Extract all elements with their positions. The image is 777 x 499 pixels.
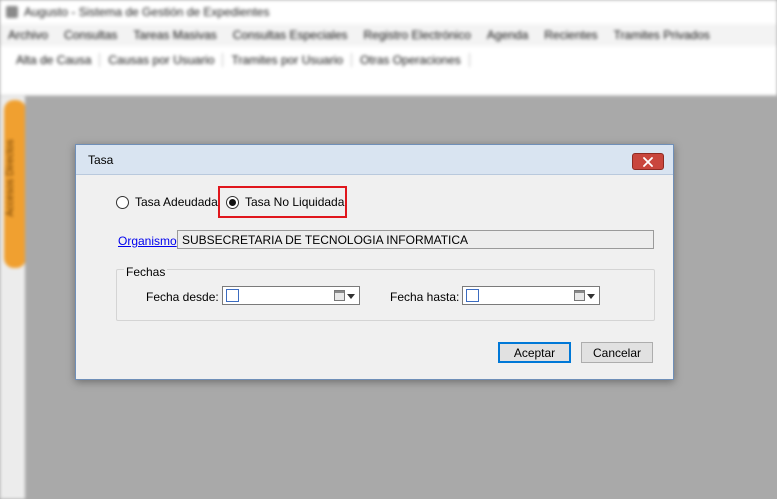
menu-bar: Archivo Consultas Tareas Masivas Consult…: [0, 24, 777, 46]
toolbar: Alta de Causa Causas por Usuario Tramite…: [0, 46, 777, 96]
fecha-desde-label: Fecha desde:: [146, 290, 219, 304]
aceptar-button[interactable]: Aceptar: [498, 342, 571, 363]
fecha-desde-checkbox[interactable]: [226, 289, 239, 302]
calendar-icon: [334, 290, 345, 301]
side-tab-label: Accesos Directos: [5, 139, 16, 217]
close-x-icon: [643, 156, 653, 167]
radio-tasa-no-liquidada-label[interactable]: Tasa No Liquidada: [245, 195, 344, 209]
side-tab-accesos[interactable]: Accesos Directos: [4, 100, 26, 268]
organismo-link[interactable]: Organismo: [118, 234, 177, 248]
menu-archivo[interactable]: Archivo: [8, 28, 48, 42]
radio-tasa-adeudada[interactable]: Tasa Adeudada: [116, 195, 218, 209]
menu-consultas-especiales[interactable]: Consultas Especiales: [233, 28, 348, 42]
toolbar-otras-operaciones[interactable]: Otras Operaciones: [352, 53, 470, 67]
app-logo-icon: [6, 6, 18, 18]
app-titlebar: Augusto - Sistema de Gestión de Expedien…: [0, 0, 777, 24]
tasa-dialog: Tasa Tasa Adeudada Tasa No Liquidada Org…: [75, 144, 674, 380]
toolbar-causas-por-usuario[interactable]: Causas por Usuario: [100, 53, 224, 67]
menu-registro-electronico[interactable]: Registro Electrónico: [364, 28, 471, 42]
app-title: Augusto - Sistema de Gestión de Expedien…: [24, 5, 270, 19]
fecha-hasta-label: Fecha hasta:: [390, 290, 460, 304]
menu-consultas[interactable]: Consultas: [64, 28, 117, 42]
radio-tasa-no-liquidada[interactable]: Tasa No Liquidada: [226, 195, 344, 209]
menu-tramites-privados[interactable]: Tramites Privados: [614, 28, 710, 42]
toolbar-alta-de-causa[interactable]: Alta de Causa: [8, 53, 101, 67]
fecha-hasta-picker[interactable]: [462, 286, 600, 305]
organismo-field[interactable]: SUBSECRETARIA DE TECNOLOGIA INFORMATICA: [177, 230, 654, 249]
cancelar-button[interactable]: Cancelar: [581, 342, 653, 363]
menu-recientes[interactable]: Recientes: [544, 28, 597, 42]
fechas-legend: Fechas: [124, 265, 168, 279]
close-button[interactable]: [632, 153, 664, 170]
radio-tasa-adeudada-circle[interactable]: [116, 195, 129, 209]
menu-tareas-masivas[interactable]: Tareas Masivas: [133, 28, 216, 42]
radio-tasa-no-liquidada-circle[interactable]: [226, 195, 239, 209]
radio-tasa-adeudada-label[interactable]: Tasa Adeudada: [135, 195, 218, 209]
fecha-hasta-checkbox[interactable]: [466, 289, 479, 302]
fecha-desde-picker[interactable]: [222, 286, 360, 305]
chevron-down-icon[interactable]: [347, 294, 355, 299]
dialog-titlebar: Tasa: [76, 145, 673, 175]
chevron-down-icon[interactable]: [587, 294, 595, 299]
calendar-icon: [574, 290, 585, 301]
toolbar-tramites-por-usuario[interactable]: Tramites por Usuario: [223, 53, 353, 67]
menu-agenda[interactable]: Agenda: [487, 28, 528, 42]
dialog-title: Tasa: [88, 153, 114, 167]
